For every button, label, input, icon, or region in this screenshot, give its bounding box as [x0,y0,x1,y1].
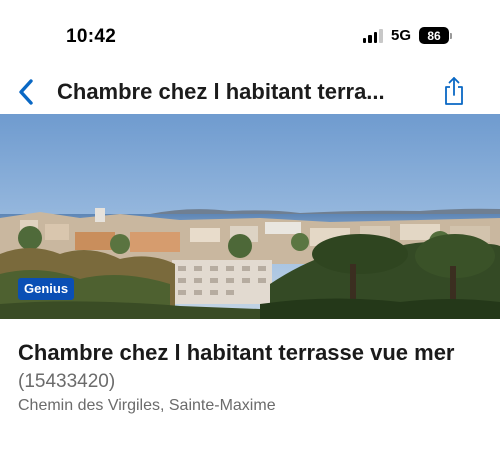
battery-icon: 86 [419,27,452,44]
property-photo-image [0,114,500,319]
share-icon [445,77,463,105]
property-photo[interactable] [0,114,500,319]
battery-level: 86 [419,27,449,44]
property-id: (15433420) [18,371,116,392]
back-button[interactable] [14,76,38,108]
genius-badge: Genius [18,278,75,300]
cellular-signal-icon [362,28,383,43]
status-indicators: 5G 86 [362,27,452,44]
page-title: Chambre chez l habitant terra... [57,79,385,104]
property-address: Chemin des Virgiles, Sainte-Maxime [18,397,276,414]
property-name: Chambre chez l habitant terrasse vue mer [18,340,455,365]
status-time: 10:42 [66,26,117,47]
listing-details: Chambre chez l habitant terrasse vue mer… [18,335,488,417]
network-type: 5G [390,27,411,44]
share-button[interactable] [441,74,467,108]
navigation-bar: Chambre chez l habitant terra... [0,70,500,114]
chevron-left-icon [19,79,33,105]
status-bar: 10:42 5G 86 [0,0,500,70]
